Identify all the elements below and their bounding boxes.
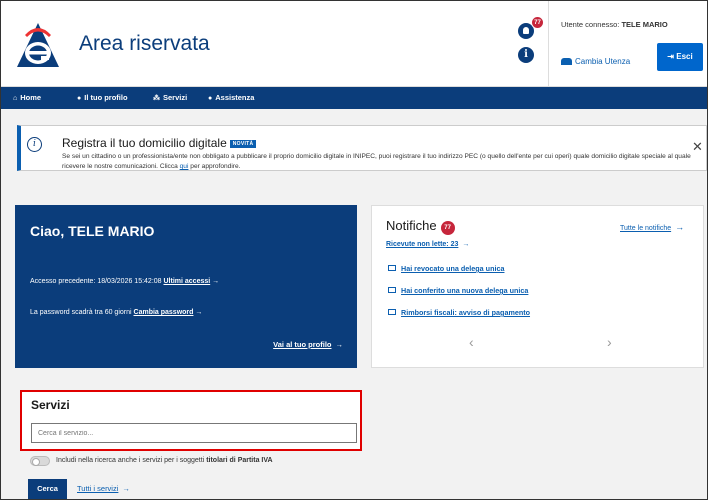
user-icon: ● (77, 95, 82, 102)
banner-text: Se sei un cittadino o un professionista/… (62, 152, 702, 172)
exit-label: Esci (676, 52, 693, 61)
search-button[interactable]: Cerca (28, 479, 67, 499)
last-access-line: Accesso precedente: 18/03/2026 15:42:08 … (30, 278, 219, 285)
toggle-label-bold: titolari di Partita IVA (206, 457, 273, 464)
unread-notifications-link[interactable]: Ricevute non lette: 23 → (386, 241, 469, 248)
arrow-right-icon: → (212, 278, 220, 285)
last-access-text: Accesso precedente: 18/03/2026 15:42:08 (30, 278, 162, 285)
main-nav: ⌂ Home ● Il tuo profilo ⁂ Servizi ● Assisten… (1, 87, 707, 109)
profile-link[interactable]: Vai al tuo profilo → (273, 340, 343, 349)
notification-item[interactable]: Hai conferito una nuova delega unica (388, 286, 528, 295)
agency-logo[interactable] (15, 21, 61, 69)
user-box: Utente connesso: TELE MARIO Cambia Utenz… (548, 1, 707, 87)
banner-text-after: per approfondire. (188, 163, 241, 170)
exit-button[interactable]: ⇥ Esci (657, 43, 703, 71)
notification-item-label: Hai conferito una nuova delega unica (401, 286, 529, 295)
vat-holders-toggle[interactable] (30, 456, 50, 466)
notifications-title: Notifiche 77 (386, 218, 455, 235)
close-icon[interactable]: ✕ (692, 140, 703, 153)
notification-item-label: Rimborsi fiscali: avviso di pagamento (401, 308, 531, 317)
notifications-badge: 77 (531, 16, 544, 29)
services-icon: ⁂ (153, 95, 160, 102)
digital-domicile-banner: i Registra il tuo domicilio digitale NOVI… (17, 125, 707, 171)
all-notifications-label: Tutte le notifiche (620, 225, 672, 232)
arrow-right-icon: → (675, 222, 685, 232)
all-services-label: Tutti i servizi (77, 484, 119, 493)
notification-item[interactable]: Rimborsi fiscali: avviso di pagamento (388, 308, 530, 317)
app-title: Area riservata (79, 32, 210, 55)
connected-user-name: TELE MARIO (621, 20, 668, 29)
nav-item-profile[interactable]: ● Il tuo profilo (77, 87, 128, 109)
notifications-count-badge: 77 (440, 221, 455, 235)
profile-link-label: Vai al tuo profilo (273, 340, 332, 349)
banner-title-text: Registra il tuo domicilio digitale (62, 136, 227, 150)
password-expiry-text: La password scadrà tra 60 giorni (30, 309, 132, 316)
arrow-right-icon: → (122, 484, 130, 493)
arrow-right-icon: → (195, 309, 203, 316)
services-title: Servizi (31, 398, 70, 412)
message-icon (388, 309, 396, 315)
banner-text-before: Se sei un cittadino o un professionista/… (62, 153, 691, 170)
chevron-left-icon[interactable]: ‹ (469, 334, 474, 350)
notifications-card: Notifiche 77 Tutte le notifiche → Ricevute… (371, 205, 704, 368)
greeting-card: Ciao, TELE MARIO Accesso precedente: 18/… (15, 205, 357, 368)
nav-item-home[interactable]: ⌂ Home (13, 87, 41, 109)
message-icon (388, 287, 396, 293)
services-search-input[interactable] (31, 423, 357, 443)
nav-item-label: Servizi (163, 93, 188, 102)
users-icon (561, 58, 572, 65)
help-icon: ● (208, 95, 213, 102)
banner-title: Registra il tuo domicilio digitale NOVITÀ (62, 136, 257, 150)
toggle-label-prefix: Includi nella ricerca anche i servizi pe… (56, 457, 207, 464)
nav-item-help[interactable]: ● Assistenza (208, 87, 254, 109)
all-notifications-link[interactable]: Tutte le notifiche → (620, 222, 684, 232)
password-line: La password scadrà tra 60 giorni Cambia … (30, 309, 202, 316)
nav-item-services[interactable]: ⁂ Servizi (153, 87, 187, 109)
header: Area riservata 77 i Utente connesso: TEL… (1, 1, 707, 87)
logout-icon: ⇥ (667, 52, 677, 61)
greeting-title: Ciao, TELE MARIO (30, 223, 155, 239)
arrow-right-icon: → (335, 340, 344, 349)
nav-item-label: Il tuo profilo (84, 93, 128, 102)
switch-user-label: Cambia Utenza (575, 57, 631, 66)
message-icon (388, 265, 396, 271)
chevron-right-icon[interactable]: › (607, 334, 612, 350)
switch-user-link[interactable]: Cambia Utenza (561, 57, 630, 66)
info-icon[interactable]: i (518, 47, 534, 63)
change-password-link[interactable]: Cambia password (134, 309, 194, 316)
notification-item-label: Hai revocato una delega unica (401, 264, 505, 273)
connected-user-label: Utente connesso: (561, 20, 620, 29)
notification-item[interactable]: Hai revocato una delega unica (388, 264, 504, 273)
services-search-box: Servizi (20, 390, 362, 451)
connected-user: Utente connesso: TELE MARIO (561, 20, 668, 29)
notifications-title-text: Notifiche (386, 218, 437, 233)
page: Area riservata 77 i Utente connesso: TEL… (0, 0, 708, 500)
nav-item-label: Assistenza (215, 93, 255, 102)
info-circle-icon: i (27, 137, 42, 152)
arrow-right-icon: → (462, 241, 470, 248)
new-badge: NOVITÀ (229, 140, 257, 148)
vat-holders-toggle-label: Includi nella ricerca anche i servizi pe… (56, 457, 273, 464)
unread-label: Ricevute non lette: 23 (386, 241, 459, 248)
nav-item-label: Home (20, 93, 42, 102)
all-services-link[interactable]: Tutti i servizi → (77, 484, 130, 493)
home-icon: ⌂ (13, 95, 18, 102)
last-access-link[interactable]: Ultimi accessi (164, 278, 211, 285)
